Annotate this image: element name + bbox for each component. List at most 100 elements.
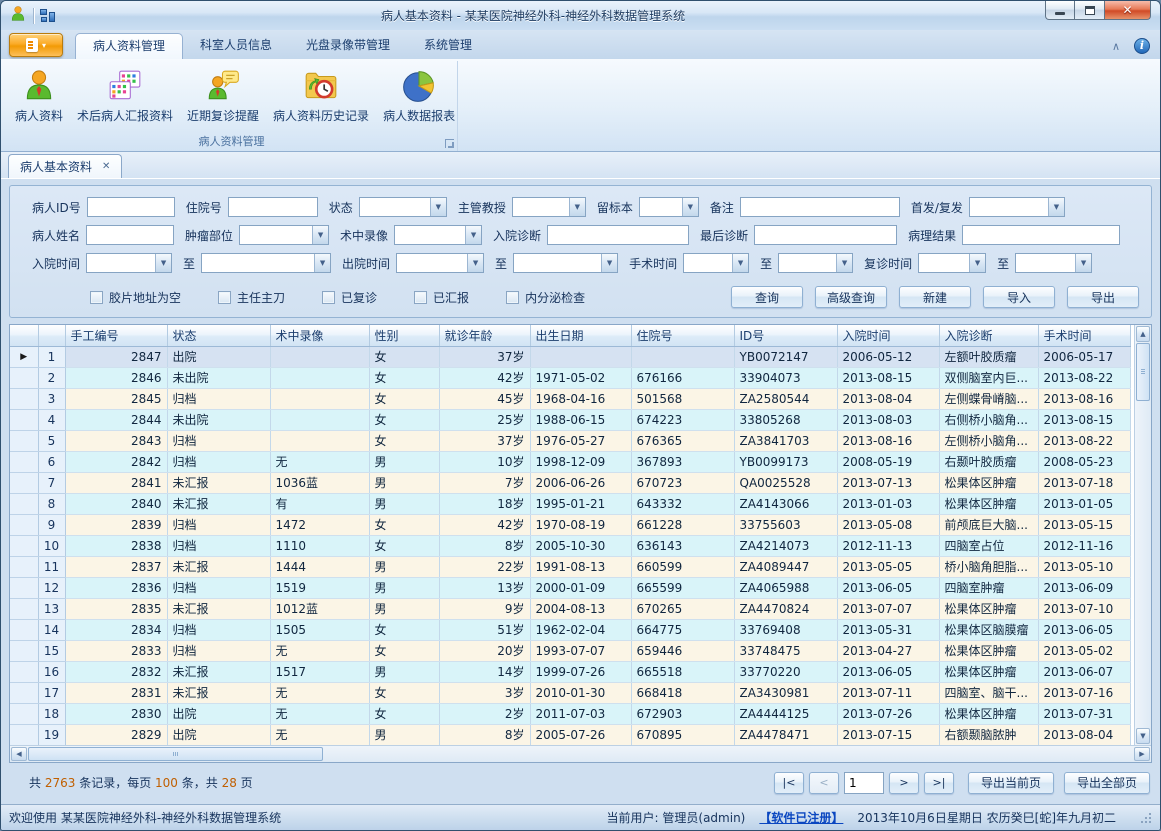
import-button[interactable]: 导入 xyxy=(983,286,1055,308)
ribbon-tab-2[interactable]: 科室人员信息 xyxy=(183,33,289,59)
table-row[interactable]: 132835未汇报1012蓝男9岁2004-08-13670265ZA44708… xyxy=(10,598,1130,619)
filter-input[interactable] xyxy=(962,225,1120,245)
table-row[interactable]: 72841未汇报1036蓝男7岁2006-06-26670723QA002552… xyxy=(10,472,1130,493)
pie-chart-button[interactable]: 病人数据报表 xyxy=(376,64,462,126)
new-button[interactable]: 新建 xyxy=(899,286,971,308)
filter-combo[interactable]: ▼ xyxy=(683,253,749,273)
combo-arrow-icon[interactable]: ▼ xyxy=(155,254,171,272)
filter-combo[interactable]: ▼ xyxy=(359,197,447,217)
maximize-button[interactable] xyxy=(1075,1,1105,20)
filter-input[interactable] xyxy=(547,225,689,245)
filter-input[interactable] xyxy=(228,197,318,217)
advanced-query-button[interactable]: 高级查询 xyxy=(815,286,887,308)
filter-combo[interactable]: ▼ xyxy=(969,197,1065,217)
filter-combo[interactable]: ▼ xyxy=(512,197,586,217)
combo-arrow-icon[interactable]: ▼ xyxy=(682,198,698,216)
column-header[interactable]: 手术时间 xyxy=(1038,325,1130,346)
combo-arrow-icon[interactable]: ▼ xyxy=(1048,198,1064,216)
table-row[interactable]: 152833归档无女20岁1993-07-0765944633748475201… xyxy=(10,640,1130,661)
table-row[interactable]: 62842归档无男10岁1998-12-09367893YB0099173200… xyxy=(10,451,1130,472)
column-header[interactable]: 手工编号 xyxy=(65,325,167,346)
dialog-launcher-icon[interactable] xyxy=(445,139,454,148)
filter-combo[interactable]: ▼ xyxy=(396,253,484,273)
filter-combo[interactable]: ▼ xyxy=(86,253,172,273)
first-page-button[interactable]: |< xyxy=(774,772,804,794)
info-icon[interactable]: i xyxy=(1134,38,1150,54)
tab-close-icon[interactable]: ✕ xyxy=(102,161,110,172)
filter-checkbox-4[interactable]: 已汇报 xyxy=(414,289,469,306)
table-row[interactable]: 142834归档1505女51岁1962-02-0466477533769408… xyxy=(10,619,1130,640)
filter-combo[interactable]: ▼ xyxy=(239,225,329,245)
combo-arrow-icon[interactable]: ▼ xyxy=(314,254,330,272)
table-row[interactable]: 32845归档女45岁1968-04-16501568ZA25805442013… xyxy=(10,388,1130,409)
software-registered-link[interactable]: 【软件已注册】 xyxy=(759,809,843,826)
column-header[interactable]: 术中录像 xyxy=(270,325,369,346)
combo-arrow-icon[interactable]: ▼ xyxy=(836,254,852,272)
filter-combo[interactable]: ▼ xyxy=(778,253,853,273)
app-icon[interactable] xyxy=(9,5,27,23)
resize-grip[interactable] xyxy=(1140,812,1152,824)
scroll-down-icon[interactable]: ▼ xyxy=(1136,728,1150,744)
filter-input[interactable] xyxy=(754,225,897,245)
table-row[interactable]: 92839归档1472女42岁1970-08-19661228337556032… xyxy=(10,514,1130,535)
minimize-button[interactable] xyxy=(1045,1,1075,20)
table-row[interactable]: 52843归档女37岁1976-05-27676365ZA38417032013… xyxy=(10,430,1130,451)
combo-arrow-icon[interactable]: ▼ xyxy=(569,198,585,216)
revisit-reminder-button[interactable]: 近期复诊提醒 xyxy=(180,64,266,126)
table-row[interactable]: 82840未汇报有男18岁1995-01-21643332ZA414306620… xyxy=(10,493,1130,514)
filter-combo[interactable]: ▼ xyxy=(1015,253,1092,273)
export-all-pages-button[interactable]: 导出全部页 xyxy=(1064,772,1150,794)
horizontal-scrollbar-thumb[interactable] xyxy=(28,747,323,761)
column-header[interactable]: 入院时间 xyxy=(837,325,939,346)
tab-patient-basic-info[interactable]: 病人基本资料 ✕ xyxy=(8,154,122,178)
export-current-page-button[interactable]: 导出当前页 xyxy=(968,772,1054,794)
column-header[interactable]: 入院诊断 xyxy=(939,325,1038,346)
filter-combo[interactable]: ▼ xyxy=(639,197,699,217)
filter-checkbox-3[interactable]: 已复诊 xyxy=(322,289,377,306)
next-page-button[interactable]: > xyxy=(889,772,919,794)
column-header[interactable]: 出生日期 xyxy=(530,325,631,346)
table-row[interactable]: 22846未出院女42岁1971-05-02676166339040732013… xyxy=(10,367,1130,388)
filter-checkbox-1[interactable]: 胶片地址为空 xyxy=(90,289,181,306)
filter-input[interactable] xyxy=(740,197,900,217)
combo-arrow-icon[interactable]: ▼ xyxy=(467,254,483,272)
scroll-right-icon[interactable]: ▶ xyxy=(1134,747,1150,761)
vertical-scrollbar[interactable]: ▲ ▼ xyxy=(1134,325,1151,745)
scroll-up-icon[interactable]: ▲ xyxy=(1136,326,1150,342)
table-row[interactable]: 112837未汇报1444男22岁1991-08-13660599ZA40894… xyxy=(10,556,1130,577)
filter-combo[interactable]: ▼ xyxy=(513,253,618,273)
table-row[interactable]: 162832未汇报1517男14岁1999-07-266655183377022… xyxy=(10,661,1130,682)
prev-page-button[interactable]: < xyxy=(809,772,839,794)
combo-arrow-icon[interactable]: ▼ xyxy=(430,198,446,216)
filter-combo[interactable]: ▼ xyxy=(201,253,331,273)
report-calendar-button[interactable]: 术后病人汇报资料 xyxy=(70,64,180,126)
export-button[interactable]: 导出 xyxy=(1067,286,1139,308)
combo-arrow-icon[interactable]: ▼ xyxy=(732,254,748,272)
filter-input[interactable] xyxy=(86,225,174,245)
column-header[interactable]: 性别 xyxy=(369,325,439,346)
filter-combo[interactable]: ▼ xyxy=(918,253,986,273)
filter-checkbox-2[interactable]: 主任主刀 xyxy=(218,289,285,306)
filter-combo[interactable]: ▼ xyxy=(394,225,482,245)
ribbon-tab-4[interactable]: 系统管理 xyxy=(407,33,489,59)
combo-arrow-icon[interactable]: ▼ xyxy=(601,254,617,272)
combo-arrow-icon[interactable]: ▼ xyxy=(465,226,481,244)
column-header[interactable]: 住院号 xyxy=(631,325,734,346)
column-header[interactable]: 就诊年龄 xyxy=(439,325,530,346)
close-button[interactable]: ✕ xyxy=(1105,1,1151,20)
column-header[interactable]: 状态 xyxy=(167,325,270,346)
history-folder-button[interactable]: 病人资料历史记录 xyxy=(266,64,376,126)
filter-input[interactable] xyxy=(87,197,175,217)
table-row[interactable]: 172831未汇报无女3岁2010-01-30668418ZA343098120… xyxy=(10,682,1130,703)
query-button[interactable]: 查询 xyxy=(731,286,803,308)
table-row[interactable]: 182830出院无女2岁2011-07-03672903ZA4444125201… xyxy=(10,703,1130,724)
table-row[interactable]: 122836归档1519男13岁2000-01-09665599ZA406598… xyxy=(10,577,1130,598)
vertical-scrollbar-thumb[interactable] xyxy=(1136,343,1150,401)
combo-arrow-icon[interactable]: ▼ xyxy=(312,226,328,244)
layout-icon[interactable] xyxy=(40,9,56,23)
combo-arrow-icon[interactable]: ▼ xyxy=(969,254,985,272)
horizontal-scrollbar[interactable]: ◀ ▶ xyxy=(10,745,1151,762)
application-menu-button[interactable]: ▾ xyxy=(9,33,63,57)
table-row[interactable]: 102838归档1110女8岁2005-10-30636143ZA4214073… xyxy=(10,535,1130,556)
last-page-button[interactable]: >| xyxy=(924,772,954,794)
